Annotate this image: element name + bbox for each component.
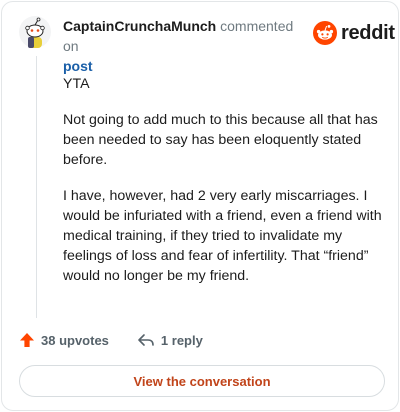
view-conversation-button[interactable]: View the conversation: [19, 365, 385, 397]
post-link[interactable]: post: [63, 56, 303, 76]
upvote-button[interactable]: 38 upvotes: [19, 332, 109, 348]
comment-paragraph: I have, however, had 2 very early miscar…: [63, 188, 382, 284]
comment-paragraph: YTA: [63, 76, 90, 92]
reply-count: 1 reply: [160, 332, 203, 348]
comment-header: CaptainCrunchaMunch commented on post: [63, 16, 303, 76]
snoo-avatar-icon: [19, 16, 51, 48]
reddit-wordmark: reddit: [341, 21, 395, 44]
comment-actions: 38 upvotes 1 reply: [19, 332, 203, 348]
upvote-count: 38 upvotes: [41, 332, 109, 348]
reddit-logo-icon: [313, 21, 337, 45]
author-name[interactable]: CaptainCrunchaMunch: [63, 18, 216, 34]
comment-body: YTA Not going to add much to this becaus…: [63, 74, 385, 302]
reply-arrow-icon: [138, 334, 154, 346]
reddit-logo[interactable]: reddit: [313, 21, 395, 45]
comment-paragraph: Not going to add much to this because al…: [63, 112, 378, 168]
reply-button[interactable]: 1 reply: [137, 332, 203, 348]
thread-line: [36, 56, 37, 318]
user-avatar[interactable]: [19, 16, 51, 48]
upvote-arrow-icon: [20, 333, 34, 347]
comment-card: CaptainCrunchaMunch commented on post re…: [1, 1, 399, 411]
